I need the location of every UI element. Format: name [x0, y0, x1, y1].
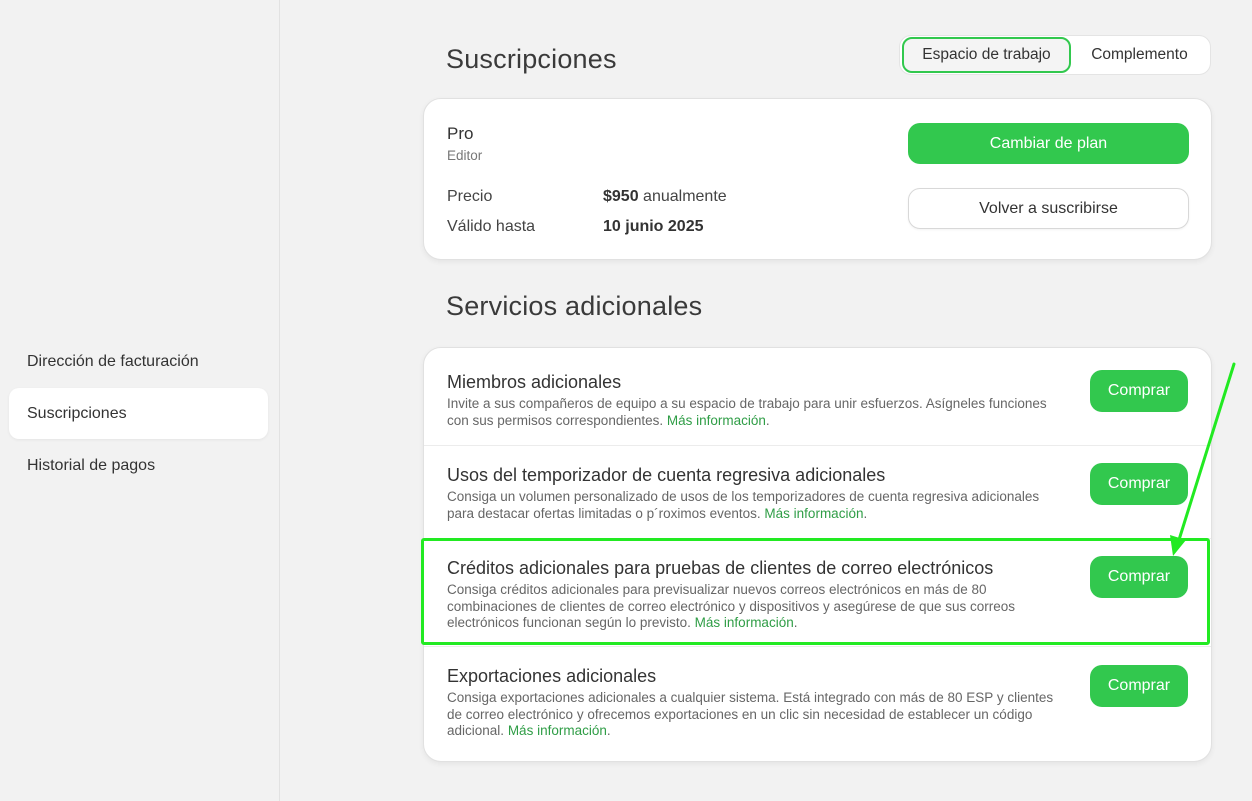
- price-amount: $950: [603, 188, 639, 205]
- service-desc: Consiga exportaciones adicionales a cual…: [447, 690, 1054, 738]
- plan-card: Pro Editor Precio $950 anualmente Válido…: [423, 98, 1212, 260]
- service-item: Exportaciones adicionales Consiga export…: [424, 647, 1211, 761]
- buy-button[interactable]: Comprar: [1090, 370, 1188, 412]
- more-info-link[interactable]: Más información: [695, 615, 794, 630]
- plan-name: Pro: [447, 124, 474, 143]
- scope-toggle: Espacio de trabajo Complemento: [899, 35, 1211, 75]
- page-title: Suscripciones: [446, 44, 617, 74]
- service-title: Créditos adicionales para pruebas de cli…: [447, 558, 994, 578]
- service-item: Créditos adicionales para pruebas de cli…: [424, 539, 1211, 647]
- page: Dirección de facturación Suscripciones H…: [0, 0, 1252, 801]
- service-title: Miembros adicionales: [447, 372, 622, 392]
- buy-button[interactable]: Comprar: [1090, 556, 1188, 598]
- service-desc: Consiga créditos adicionales para previs…: [447, 582, 1016, 630]
- sidebar-nav: Dirección de facturación Suscripciones H…: [9, 336, 268, 492]
- more-info-link[interactable]: Más información: [667, 413, 766, 428]
- service-title: Exportaciones adicionales: [447, 666, 657, 686]
- toggle-addon[interactable]: Complemento: [1071, 37, 1208, 73]
- more-info-link[interactable]: Más información: [508, 723, 607, 738]
- service-desc-text: Consiga un volumen personalizado de usos…: [447, 489, 1040, 521]
- service-desc: Consiga un volumen personalizado de usos…: [447, 489, 1040, 521]
- sidebar-item-label: Historial de pagos: [27, 456, 156, 474]
- resubscribe-button[interactable]: Volver a suscribirse: [908, 188, 1189, 229]
- sidebar-item-payment-history[interactable]: Historial de pagos: [9, 440, 268, 491]
- toggle-workspace[interactable]: Espacio de trabajo: [902, 37, 1071, 73]
- valid-until-value: 10 junio 2025: [603, 218, 704, 236]
- change-plan-button[interactable]: Cambiar de plan: [908, 123, 1189, 164]
- sidebar: Dirección de facturación Suscripciones H…: [0, 0, 280, 801]
- price-label: Precio: [447, 188, 493, 205]
- services-title: Servicios adicionales: [446, 291, 703, 321]
- buy-button[interactable]: Comprar: [1090, 463, 1188, 505]
- main-content: Suscripciones Espacio de trabajo Complem…: [280, 0, 1252, 801]
- buy-button[interactable]: Comprar: [1090, 665, 1188, 707]
- service-title: Usos del temporizador de cuenta regresiv…: [447, 465, 886, 485]
- plan-role: Editor: [447, 148, 483, 163]
- sidebar-item-subscriptions[interactable]: Suscripciones: [9, 388, 268, 439]
- price-period: anualmente: [643, 188, 727, 205]
- more-info-link[interactable]: Más información: [764, 506, 863, 521]
- service-item: Usos del temporizador de cuenta regresiv…: [424, 446, 1211, 539]
- service-item: Miembros adicionales Invite a sus compañ…: [424, 348, 1211, 446]
- price-value: $950 anualmente: [603, 188, 727, 206]
- sidebar-item-billing-address[interactable]: Dirección de facturación: [9, 336, 268, 387]
- valid-until-label: Válido hasta: [447, 218, 536, 235]
- valid-until-date: 10 junio 2025: [603, 218, 704, 235]
- services-card: Miembros adicionales Invite a sus compañ…: [423, 347, 1212, 762]
- sidebar-item-label: Suscripciones: [27, 404, 127, 422]
- service-desc: Invite a sus compañeros de equipo a su e…: [447, 396, 1047, 428]
- sidebar-item-label: Dirección de facturación: [27, 352, 199, 370]
